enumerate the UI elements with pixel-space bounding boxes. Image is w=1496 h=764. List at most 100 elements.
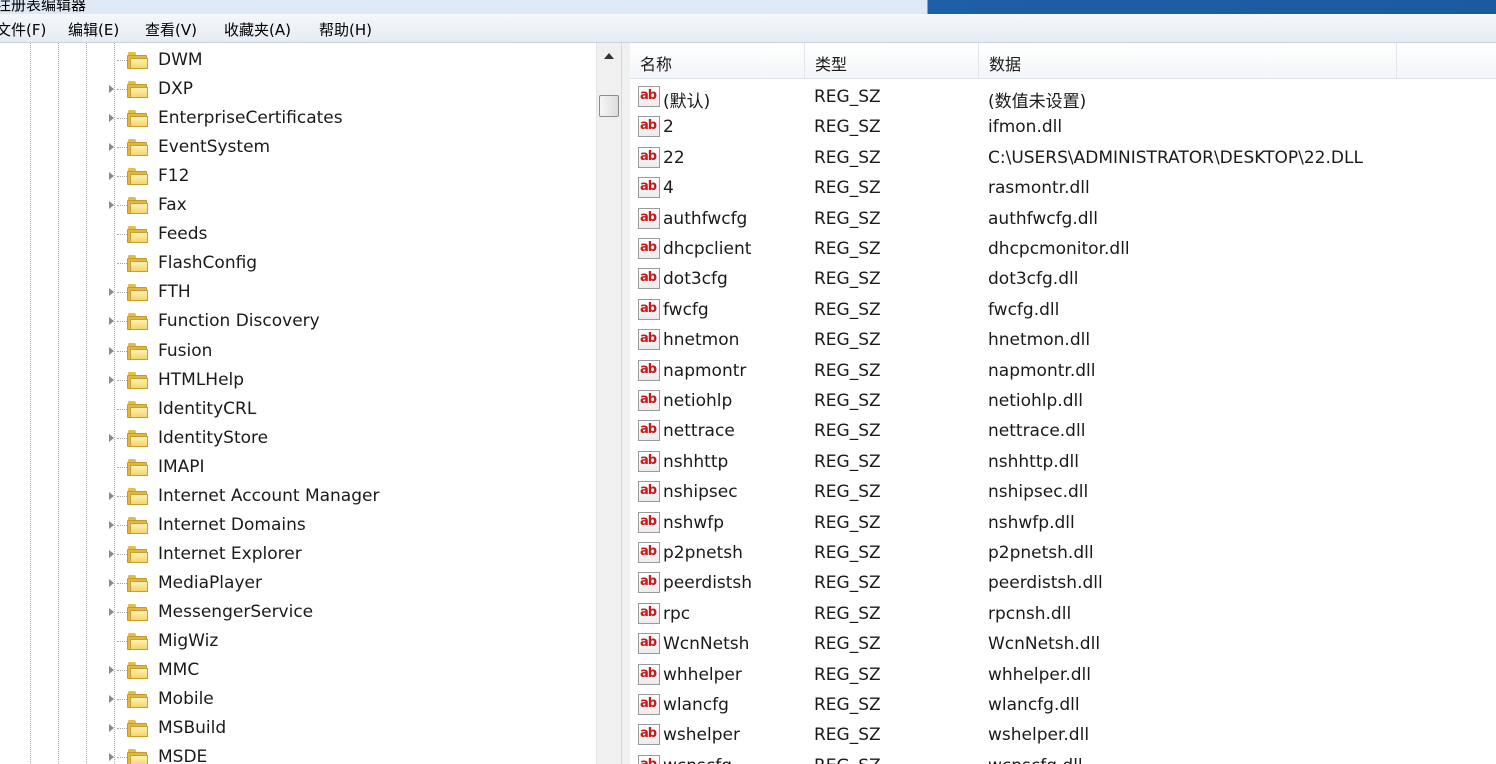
value-row[interactable]: ab dhcpclient REG_SZ dhcpcmonitor.dll [630,234,1496,264]
string-value-icon-text: ab [640,179,657,195]
expand-arrow-icon[interactable] [109,433,114,442]
column-header-name[interactable]: 名称 [630,43,805,78]
menu-help[interactable]: 帮助(H) [319,19,372,40]
string-value-icon: ab [638,694,660,715]
tree-item[interactable]: IdentityStore [0,424,596,453]
tree-item[interactable]: Fusion [0,337,596,366]
window-title: 注册表编辑器 [0,0,87,14]
string-value-icon-text: ab [640,240,657,255]
string-value-icon: ab [638,542,660,563]
value-row[interactable]: ab nshipsec REG_SZ nshipsec.dll [630,477,1496,507]
expand-arrow-icon[interactable] [109,491,114,500]
registry-key-tree[interactable]: DWM DXP EnterpriseCertificates EventSystem F… [0,43,596,764]
tree-item[interactable]: Mobile [0,685,596,714]
tree-item[interactable]: MediaPlayer [0,569,596,598]
value-name: peerdistsh [663,573,753,594]
tree-item-label: MigWiz [158,631,219,651]
string-value-icon: ab [638,298,660,320]
expand-arrow-icon[interactable] [109,607,114,616]
tree-item[interactable]: MSBuild [0,714,596,743]
tree-item[interactable]: MigWiz [0,627,596,656]
tree-item[interactable]: DWM [0,46,596,75]
value-row[interactable]: ab p2pnetsh REG_SZ p2pnetsh.dll [630,538,1496,568]
value-row[interactable]: ab rpc REG_SZ rpcnsh.dll [630,599,1496,629]
string-value-icon-text: ab [640,696,657,711]
tree-connector [117,321,127,323]
value-row[interactable]: ab dot3cfg REG_SZ dot3cfg.dll [630,264,1496,294]
tree-item[interactable]: Internet Explorer [0,540,596,569]
menu-favorites[interactable]: 收藏夹(A) [224,19,291,40]
scroll-up-arrow-icon[interactable] [604,53,614,59]
value-name: 4 [663,178,674,199]
value-row[interactable]: ab wshelper REG_SZ wshelper.dll [630,720,1496,750]
tree-item[interactable]: MMC [0,656,596,685]
value-name: wshelper [663,725,740,746]
value-row[interactable]: ab peerdistsh REG_SZ peerdistsh.dll [630,568,1496,598]
expand-arrow-icon[interactable] [109,346,114,355]
menu-file[interactable]: 文件(F) [0,19,46,40]
string-value-icon-text: ab [640,452,657,468]
menu-edit[interactable]: 编辑(E) [68,19,119,40]
expand-arrow-icon[interactable] [109,549,114,558]
value-type: REG_SZ [814,421,881,442]
value-row[interactable]: ab whhelper REG_SZ whhelper.dll [630,660,1496,690]
value-type: REG_SZ [814,239,881,259]
value-name: nettrace [663,421,735,442]
tree-item[interactable]: DXP [0,75,596,104]
tree-item[interactable]: EventSystem [0,133,596,162]
column-header-type[interactable]: 类型 [805,43,979,78]
tree-item[interactable]: HTMLHelp [0,366,596,395]
expand-arrow-icon[interactable] [109,85,114,94]
value-row[interactable]: ab 2 REG_SZ ifmon.dll [630,112,1496,142]
value-type: REG_SZ [814,482,881,503]
string-value-icon: ab [638,116,660,138]
value-row[interactable]: ab napmontr REG_SZ napmontr.dll [630,356,1496,386]
value-row[interactable]: ab authfwcfg REG_SZ authfwcfg.dll [630,204,1496,234]
expand-arrow-icon[interactable] [109,317,114,326]
scrollbar-thumb[interactable] [599,95,619,117]
expand-arrow-icon[interactable] [109,753,114,762]
menu-view[interactable]: 查看(V) [145,19,197,40]
value-row[interactable]: ab nettrace REG_SZ nettrace.dll [630,416,1496,446]
value-row[interactable]: ab WcnNetsh REG_SZ WcnNetsh.dll [630,629,1496,659]
expand-arrow-icon[interactable] [109,114,114,123]
expand-arrow-icon[interactable] [109,578,114,587]
tree-item[interactable]: Internet Account Manager [0,482,596,511]
value-row[interactable]: ab fwcfg REG_SZ fwcfg.dll [630,295,1496,325]
value-row[interactable]: ab nshhttp REG_SZ nshhttp.dll [630,447,1496,477]
string-value-icon: ab [638,481,660,503]
expand-arrow-icon[interactable] [109,288,114,297]
expand-arrow-icon[interactable] [109,695,114,704]
tree-item[interactable]: FlashConfig [0,249,596,278]
tree-item[interactable]: MessengerService [0,598,596,627]
tree-item[interactable]: Internet Domains [0,511,596,540]
value-row[interactable]: ab wcnscfg REG_SZ wcnscfg.dll [630,751,1496,764]
expand-arrow-icon[interactable] [109,172,114,181]
value-row[interactable]: ab nshwfp REG_SZ nshwfp.dll [630,508,1496,538]
expand-arrow-icon[interactable] [109,666,114,675]
value-row[interactable]: ab wlancfg REG_SZ wlancfg.dll [630,690,1496,720]
string-value-icon: ab [638,390,660,411]
expand-arrow-icon[interactable] [109,201,114,210]
tree-item[interactable]: Feeds [0,220,596,249]
expand-arrow-icon[interactable] [109,520,114,529]
tree-item[interactable]: Fax [0,191,596,220]
column-header-data[interactable]: 数据 [979,43,1397,78]
expand-arrow-icon[interactable] [109,143,114,152]
value-row[interactable]: ab 4 REG_SZ rasmontr.dll [630,173,1496,203]
tree-item[interactable]: Function Discovery [0,307,596,336]
value-row[interactable]: ab netiohlp REG_SZ netiohlp.dll [630,386,1496,416]
tree-item[interactable]: EnterpriseCertificates [0,104,596,133]
value-row[interactable]: ab hnetmon REG_SZ hnetmon.dll [630,325,1496,355]
expand-arrow-icon[interactable] [109,724,114,733]
tree-item[interactable]: MSDE [0,743,596,764]
value-row[interactable]: ab (默认) REG_SZ (数值未设置) [630,82,1496,112]
tree-item[interactable]: F12 [0,162,596,191]
expand-arrow-icon[interactable] [109,375,114,384]
tree-item[interactable]: IdentityCRL [0,395,596,424]
tree-item[interactable]: IMAPI [0,453,596,482]
string-value-icon: ab [638,724,660,746]
tree-scrollbar[interactable] [596,43,621,764]
value-row[interactable]: ab 22 REG_SZ C:\USERS\ADMINISTRATOR\DESKTOP… [630,143,1496,173]
tree-item[interactable]: FTH [0,278,596,307]
